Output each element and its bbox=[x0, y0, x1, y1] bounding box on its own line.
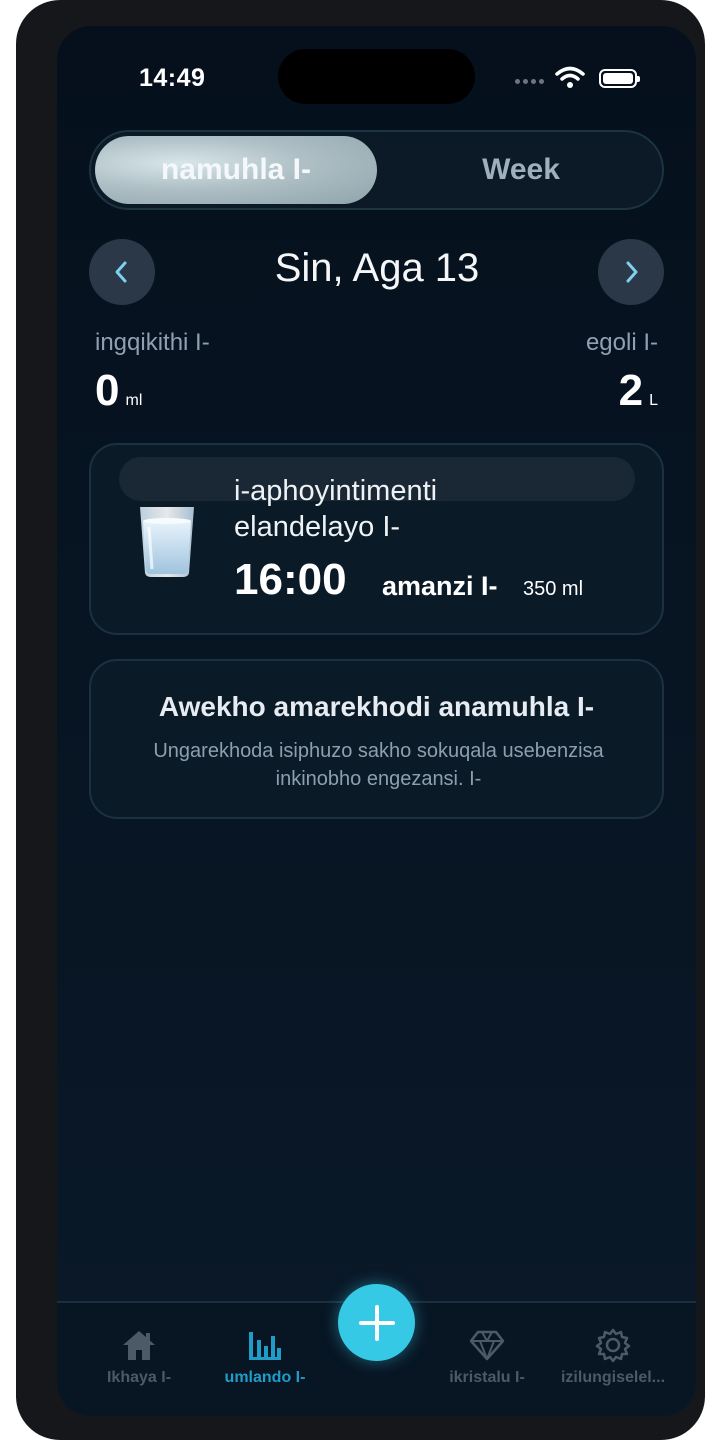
cellular-signal-icon bbox=[515, 79, 544, 84]
wifi-icon bbox=[555, 66, 585, 88]
goal-label: egoli I- bbox=[585, 329, 658, 356]
plus-icon bbox=[358, 1304, 395, 1341]
tab-settings[interactable]: izilungiselel... bbox=[553, 1325, 673, 1387]
empty-state-message: Ungarekhoda isiphuzo sakho sokuqala useb… bbox=[153, 740, 604, 790]
empty-state-title: Awekho amarekhodi anamuhla I- bbox=[158, 691, 595, 722]
goal-amount: 2 bbox=[618, 366, 644, 415]
status-icons bbox=[515, 66, 643, 90]
app-screen: 14:49 namuhla I- Week Sin, Aga 13 ingqik… bbox=[57, 26, 696, 1416]
tab-week[interactable]: Week bbox=[381, 136, 661, 204]
next-drink-amount: 350 ml bbox=[523, 578, 584, 600]
status-time: 14:49 bbox=[139, 64, 206, 92]
tab-home[interactable]: Ikhaya I- bbox=[79, 1325, 199, 1387]
home-icon bbox=[123, 1331, 155, 1360]
previous-day-button[interactable] bbox=[89, 239, 155, 305]
tab-crystal[interactable]: ikristalu I- bbox=[427, 1325, 547, 1387]
goal-value: 2L bbox=[619, 366, 658, 416]
bar-chart-icon bbox=[249, 1332, 281, 1360]
period-toggle: namuhla I- Week bbox=[89, 130, 664, 210]
date-title: Sin, Aga 13 bbox=[274, 246, 480, 290]
next-appointment-time: 16:00 bbox=[234, 555, 347, 604]
tab-history[interactable]: umlando I- bbox=[205, 1325, 325, 1387]
tab-history-label: umlando I- bbox=[224, 1369, 306, 1386]
chevron-right-icon bbox=[626, 261, 638, 283]
chevron-left-icon bbox=[115, 261, 127, 283]
gear-icon bbox=[595, 1328, 631, 1363]
tab-settings-label: izilungiselel... bbox=[560, 1369, 666, 1386]
diamond-icon bbox=[469, 1330, 505, 1361]
water-glass-icon bbox=[140, 507, 194, 577]
battery-icon bbox=[599, 69, 640, 88]
total-unit: ml bbox=[125, 392, 143, 409]
total-amount: 0 bbox=[95, 366, 120, 415]
dynamic-island bbox=[278, 49, 475, 104]
empty-state-card: Awekho amarekhodi anamuhla I- Ungarekhod… bbox=[89, 659, 664, 819]
tab-crystal-label: ikristalu I- bbox=[449, 1369, 525, 1386]
add-drink-button[interactable] bbox=[338, 1284, 415, 1361]
tab-home-label: Ikhaya I- bbox=[106, 1369, 172, 1386]
next-appointment-card[interactable]: i-aphoyintimenti elandelayo I- 16:00 ama… bbox=[89, 443, 664, 635]
goal-unit: L bbox=[649, 392, 658, 409]
tab-today[interactable]: namuhla I- bbox=[95, 136, 377, 204]
next-appointment-title: i-aphoyintimenti elandelayo I- bbox=[234, 475, 438, 543]
total-value: 0 ml bbox=[95, 366, 142, 416]
phone-frame: 14:49 namuhla I- Week Sin, Aga 13 ingqik… bbox=[16, 0, 705, 1440]
total-label: ingqikithi I- bbox=[95, 329, 210, 356]
next-day-button[interactable] bbox=[598, 239, 664, 305]
next-drink-type: amanzi I- bbox=[382, 571, 498, 601]
